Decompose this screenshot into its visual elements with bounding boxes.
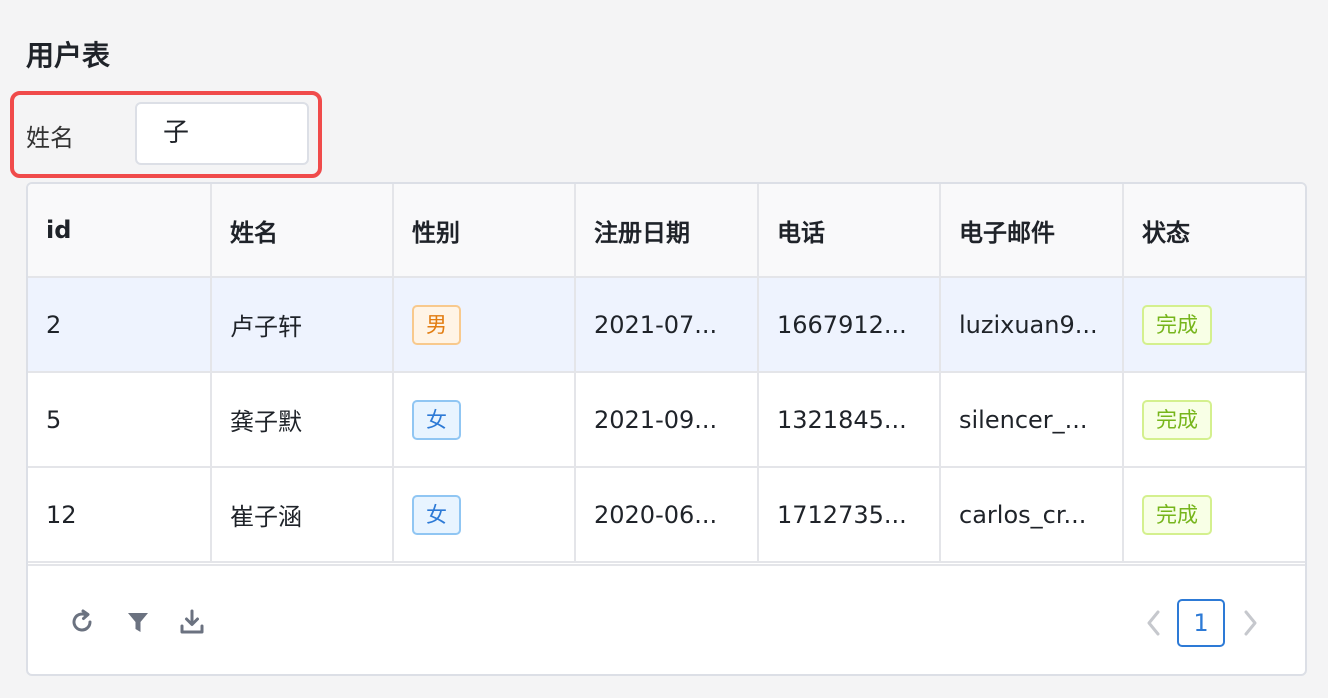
cell-phone: 1712735...: [758, 467, 941, 563]
cell-name: 龚子默: [211, 372, 394, 468]
download-icon: [180, 609, 204, 634]
table-row[interactable]: 5 龚子默 女 2021-09... 1321845... silencer_.…: [28, 372, 1305, 468]
cell-name: 卢子轩: [211, 277, 394, 373]
column-header-name[interactable]: 姓名: [211, 184, 394, 278]
refresh-button[interactable]: [66, 606, 98, 638]
table-footer: 1: [28, 564, 1305, 674]
column-header-email[interactable]: 电子邮件: [940, 184, 1124, 278]
cell-register-date: 2020-06...: [575, 467, 759, 563]
cell-status: 完成: [1123, 277, 1305, 373]
refresh-icon: [72, 609, 92, 632]
cell-id: 12: [28, 467, 212, 563]
cell-register-date: 2021-07...: [575, 277, 759, 373]
cell-status: 完成: [1123, 467, 1305, 563]
cell-email: silencer_...: [940, 372, 1124, 468]
table-row[interactable]: 2 卢子轩 男 2021-07... 1667912... luzixuan9.…: [28, 277, 1305, 373]
cell-status: 完成: [1123, 372, 1305, 468]
table-header: id 姓名 性别 注册日期 电话 电子邮件 状态: [28, 184, 1305, 278]
cell-email: luzixuan9...: [940, 277, 1124, 373]
cell-phone: 1667912...: [758, 277, 941, 373]
page-title: 用户表: [26, 39, 111, 72]
table-body: 2 卢子轩 男 2021-07... 1667912... luzixuan9.…: [28, 277, 1305, 563]
table-row[interactable]: 12 崔子涵 女 2020-06... 1712735... carlos_cr…: [28, 467, 1305, 563]
header-row: id 姓名 性别 注册日期 电话 电子邮件 状态: [28, 184, 1305, 278]
pagination-current-page[interactable]: 1: [1177, 599, 1225, 647]
column-header-phone[interactable]: 电话: [758, 184, 941, 278]
user-table-card: id 姓名 性别 注册日期 电话 电子邮件 状态 2 卢子轩 男 2021-07…: [26, 182, 1307, 676]
status-tag: 完成: [1142, 304, 1212, 345]
user-table: id 姓名 性别 注册日期 电话 电子邮件 状态 2 卢子轩 男 2021-07…: [28, 184, 1305, 563]
filter-icon: [128, 613, 148, 632]
column-header-status[interactable]: 状态: [1123, 184, 1305, 278]
cell-email: carlos_cr...: [940, 467, 1124, 563]
chevron-left-icon: [1147, 610, 1160, 636]
cell-phone: 1321845...: [758, 372, 941, 468]
cell-register-date: 2021-09...: [575, 372, 759, 468]
status-tag: 完成: [1142, 494, 1212, 535]
cell-gender: 男: [393, 277, 576, 373]
cell-id: 5: [28, 372, 212, 468]
name-filter-input[interactable]: 子: [135, 102, 309, 165]
status-tag: 完成: [1142, 399, 1212, 440]
chevron-right-icon: [1244, 610, 1257, 636]
pagination-prev-button[interactable]: [1140, 606, 1168, 640]
pagination-next-button[interactable]: [1236, 606, 1264, 640]
cell-gender: 女: [393, 372, 576, 468]
gender-tag: 男: [412, 304, 461, 345]
cell-id: 2: [28, 277, 212, 373]
filter-button[interactable]: [122, 606, 154, 638]
cell-name: 崔子涵: [211, 467, 394, 563]
column-header-id[interactable]: id: [28, 184, 212, 278]
gender-tag: 女: [412, 399, 461, 440]
cell-gender: 女: [393, 467, 576, 563]
column-header-register-date[interactable]: 注册日期: [575, 184, 759, 278]
download-button[interactable]: [176, 606, 208, 638]
name-filter-label: 姓名: [26, 124, 74, 152]
column-header-gender[interactable]: 性别: [393, 184, 576, 278]
gender-tag: 女: [412, 494, 461, 535]
